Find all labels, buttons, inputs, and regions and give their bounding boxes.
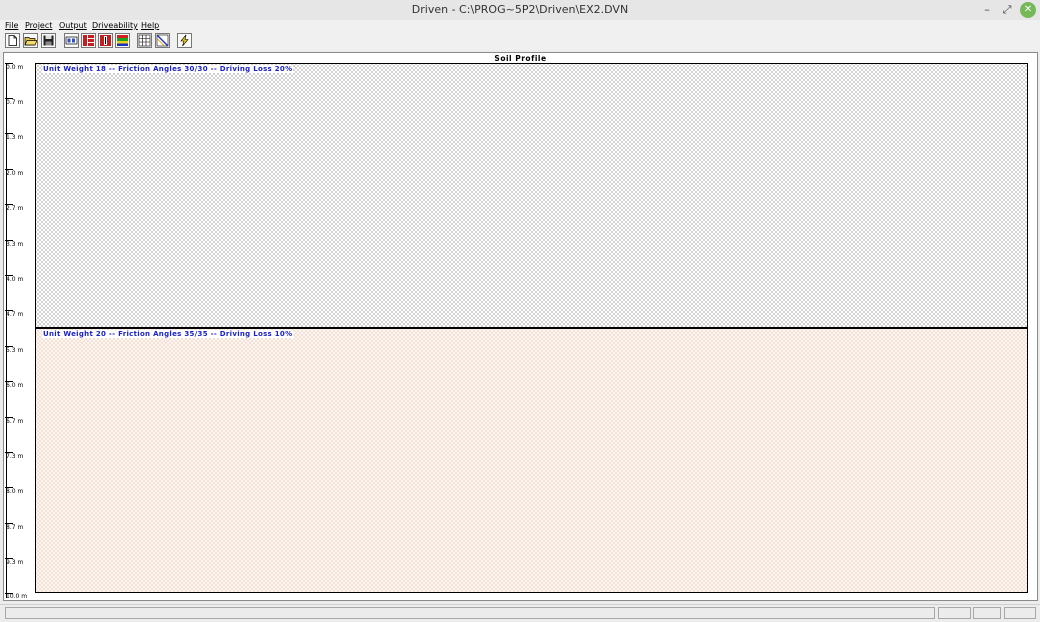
menu-project[interactable]: Project (25, 20, 52, 32)
status-bar (0, 604, 1040, 622)
toolbar (0, 32, 1040, 50)
menu-output[interactable]: Output (59, 20, 87, 32)
save-disk-icon[interactable] (41, 33, 56, 48)
new-document-icon[interactable] (5, 33, 20, 48)
depth-label: 4.0 m (6, 276, 24, 283)
depth-label: 2.7 m (6, 205, 24, 212)
depth-label: 4.7 m (6, 311, 24, 318)
soil-layer-2[interactable]: Unit Weight 20 -- Friction Angles 35/35 … (35, 329, 1028, 593)
menu-driveability[interactable]: Driveability (92, 20, 138, 32)
minimize-button[interactable]: – (979, 2, 995, 18)
menu-file[interactable]: File (5, 20, 18, 32)
open-folder-icon[interactable] (23, 33, 38, 48)
maximize-button[interactable]: ⤢ (999, 2, 1015, 18)
menu-bar: File Project Output Driveability Help (0, 20, 1040, 32)
depth-label: 8.7 m (6, 524, 24, 531)
soil-layer-2-label: Unit Weight 20 -- Friction Angles 35/35 … (42, 330, 294, 338)
soil-profile-canvas[interactable]: Soil Profile 0.0 m 0.7 m 1.3 m 2.0 m 2.7… (3, 52, 1038, 601)
depth-label: 2.0 m (6, 170, 24, 177)
title-bar[interactable]: Driven - C:\PROG~5P2\Driven\EX2.DVN – ⤢ … (0, 0, 1040, 21)
status-panel-main (5, 607, 935, 619)
close-button[interactable]: ✕ (1020, 2, 1036, 18)
depth-label: 5.3 m (6, 347, 24, 354)
depth-label: 8.0 m (6, 488, 24, 495)
colored-bars-icon[interactable] (115, 33, 130, 48)
depth-label: 0.7 m (6, 99, 24, 106)
lightning-icon[interactable] (177, 33, 192, 48)
depth-label: 6.0 m (6, 382, 24, 389)
soil-layer-1[interactable]: Unit Weight 18 -- Friction Angles 30/30 … (35, 63, 1028, 329)
depth-axis (6, 63, 7, 598)
depth-label: 3.3 m (6, 241, 24, 248)
depth-label: 7.3 m (6, 453, 24, 460)
pile-layers-icon[interactable] (81, 33, 96, 48)
depth-label: 6.7 m (6, 418, 24, 425)
soil-data-icon[interactable] (64, 33, 79, 48)
menu-help[interactable]: Help (141, 20, 159, 32)
table-grid-icon[interactable] (137, 33, 152, 48)
pile-icon[interactable] (98, 33, 113, 48)
window-title: Driven - C:\PROG~5P2\Driven\EX2.DVN (411, 3, 629, 16)
depth-label: 10.0 m (6, 593, 28, 600)
soil-layer-1-label: Unit Weight 18 -- Friction Angles 30/30 … (42, 65, 294, 73)
depth-label: 9.3 m (6, 559, 24, 566)
status-panel (973, 607, 1001, 619)
status-panel (938, 607, 971, 619)
depth-label: 0.0 m (6, 64, 24, 71)
depth-label: 1.3 m (6, 134, 24, 141)
diagonal-chart-icon[interactable] (155, 33, 170, 48)
status-panel (1004, 607, 1036, 619)
profile-title: Soil Profile (494, 54, 547, 63)
